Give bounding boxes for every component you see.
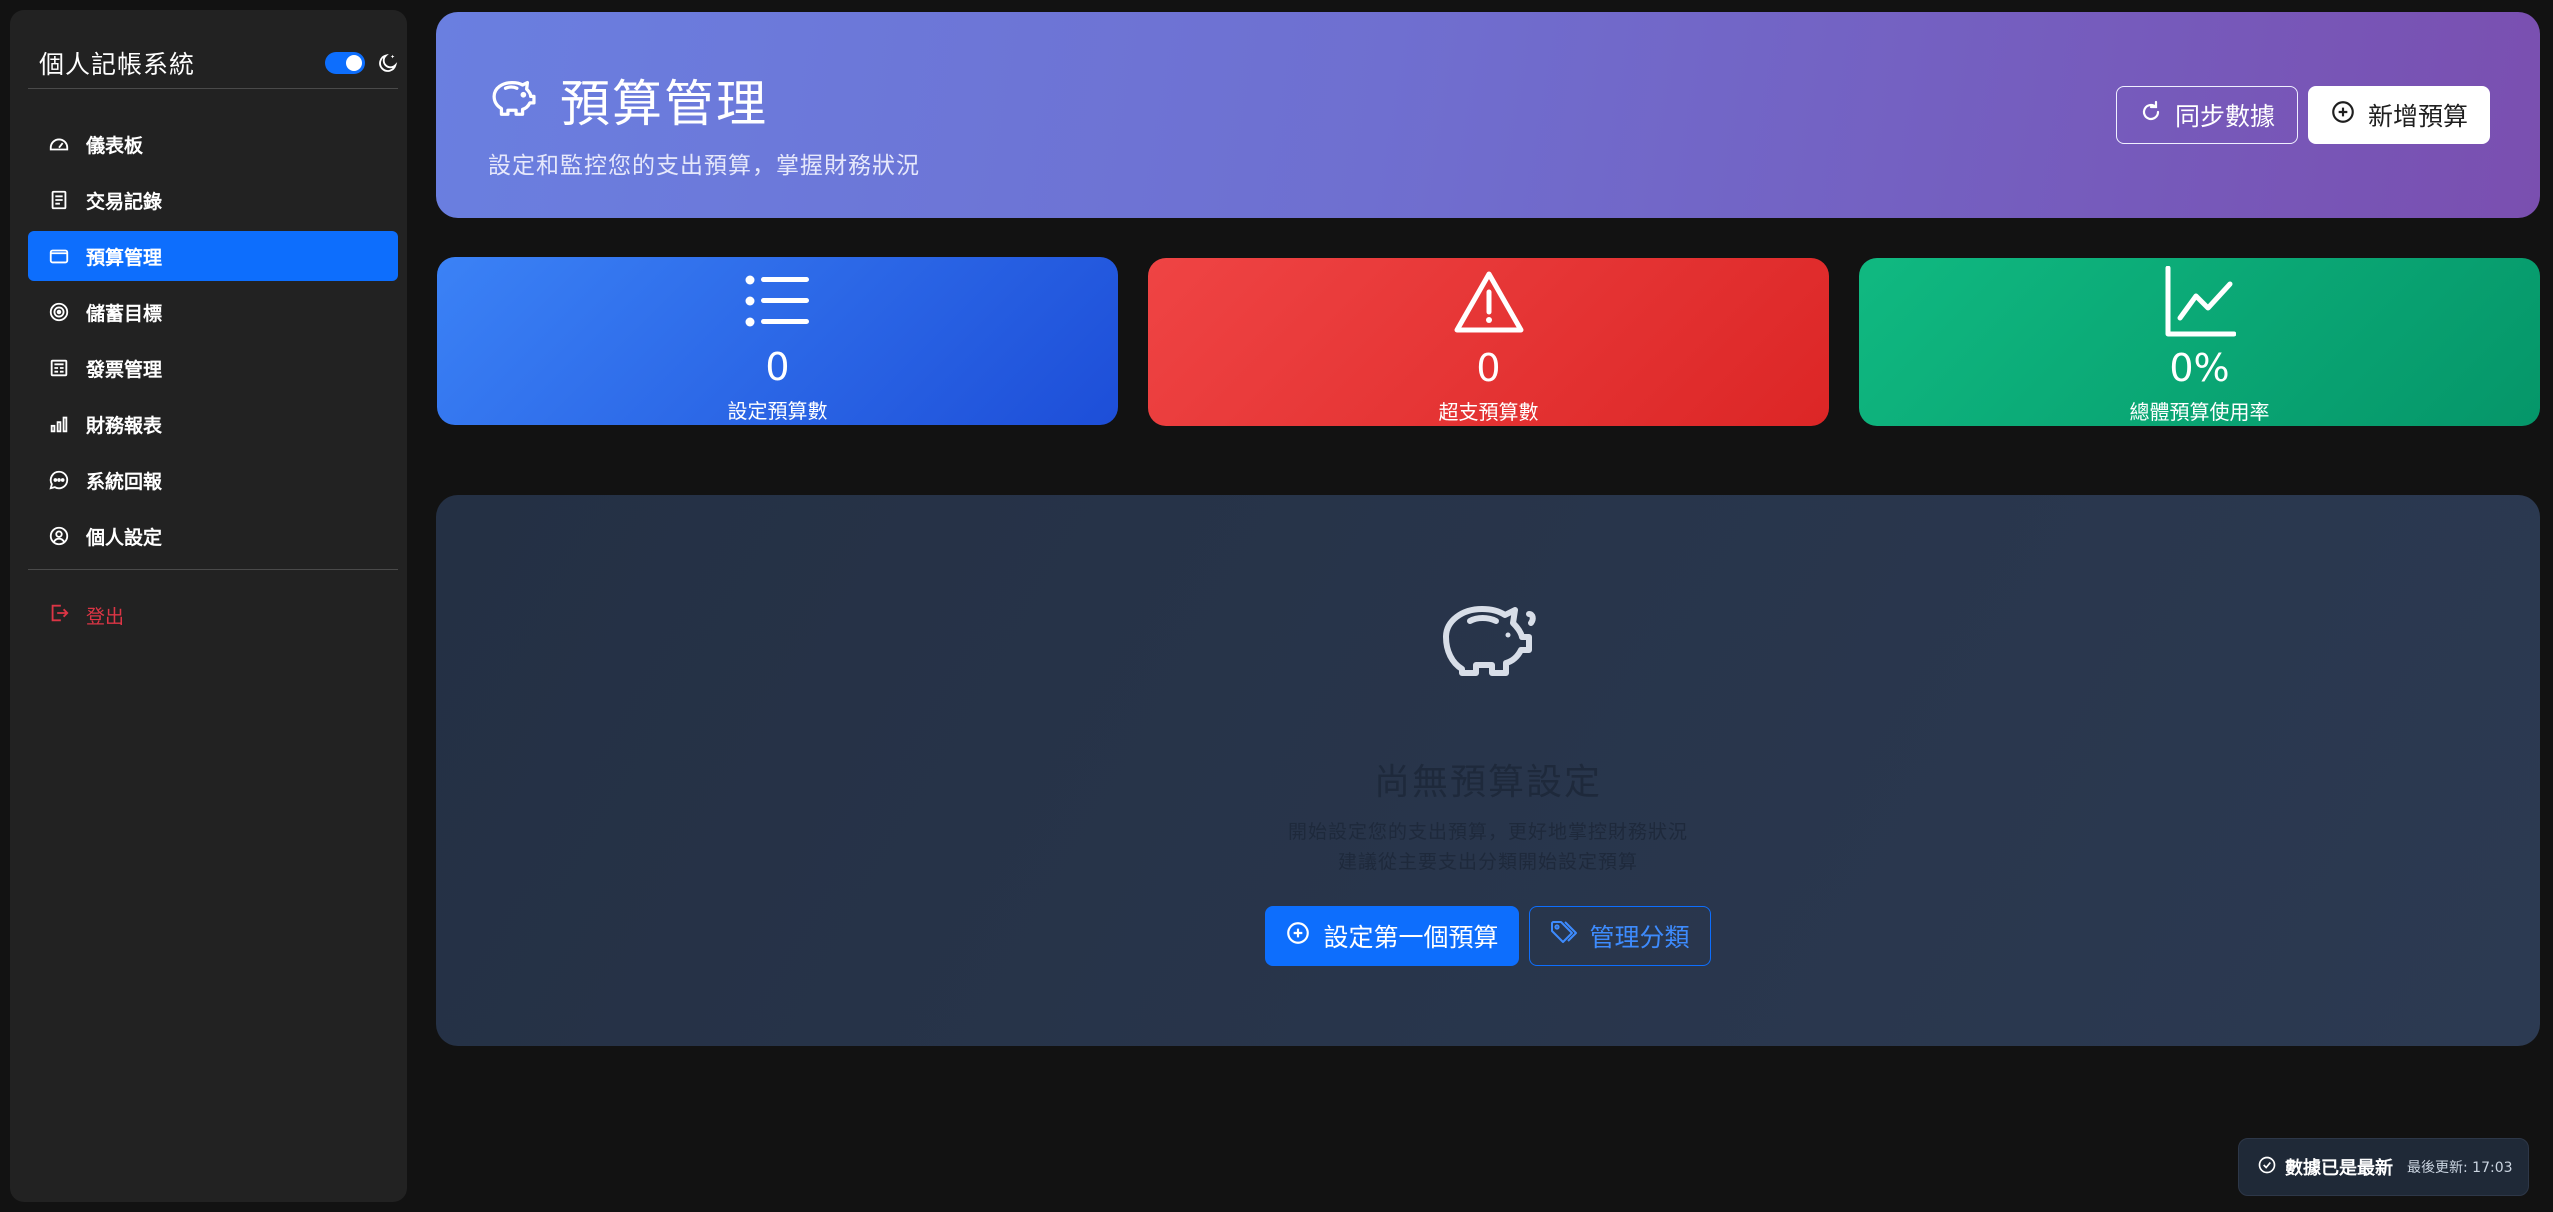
page-title-row: 預算管理 <box>486 64 768 136</box>
sync-status-toast: 數據已是最新 最後更新: 17:03 <box>2238 1138 2529 1196</box>
chat-dots-icon <box>48 469 70 491</box>
sidebar-item-dashboard[interactable]: 儀表板 <box>28 119 398 169</box>
sidebar: 個人記帳系統 儀表板 交易記錄 預算管理 儲蓄目標 發票管理 財務報表 系統回報… <box>10 10 407 1202</box>
wallet-icon <box>48 245 70 267</box>
add-budget-button[interactable]: 新增預算 <box>2307 86 2490 144</box>
sync-button-label: 同步數據 <box>2174 102 2275 131</box>
sidebar-header: 個人記帳系統 <box>39 40 399 86</box>
sidebar-item-reports[interactable]: 財務報表 <box>28 399 398 449</box>
plus-circle-icon <box>1285 920 1311 952</box>
sidebar-item-label: 個人設定 <box>86 526 163 549</box>
list-icon <box>745 269 811 333</box>
tags-icon <box>1550 920 1578 952</box>
create-first-budget-label: 設定第一個預算 <box>1323 923 1499 952</box>
stat-label: 設定預算數 <box>727 399 828 423</box>
invoice-icon <box>48 357 70 379</box>
sidebar-nav: 儀表板 交易記錄 預算管理 儲蓄目標 發票管理 財務報表 系統回報 個人設定 <box>28 119 398 567</box>
stat-value: 0 <box>765 345 790 389</box>
sidebar-item-label: 系統回報 <box>86 470 163 493</box>
target-icon <box>48 301 70 323</box>
empty-state-title: 尚無預算設定 <box>1373 762 1602 803</box>
sidebar-divider <box>28 569 398 570</box>
logout-button[interactable]: 登出 <box>28 590 398 640</box>
plus-circle-icon <box>2330 99 2356 131</box>
logout-icon <box>48 602 70 629</box>
empty-state-hint: 建議從主要支出分類開始設定預算 <box>1337 851 1638 873</box>
sidebar-item-label: 發票管理 <box>86 358 163 381</box>
empty-state-actions: 設定第一個預算 管理分類 <box>436 906 2540 966</box>
add-budget-button-label: 新增預算 <box>2367 102 2468 131</box>
person-circle-icon <box>48 525 70 547</box>
stat-label: 超支預算數 <box>1438 400 1539 424</box>
sidebar-divider <box>28 88 398 89</box>
stat-value: 0 <box>1476 346 1501 390</box>
piggy-bank-icon <box>1436 599 1540 687</box>
empty-state-panel: 尚無預算設定 開始設定您的支出預算，更好地掌控財務狀況 建議從主要支出分類開始設… <box>436 495 2540 1046</box>
sidebar-item-transactions[interactable]: 交易記錄 <box>28 175 398 225</box>
sidebar-item-label: 儲蓄目標 <box>86 302 163 325</box>
sync-button[interactable]: 同步數據 <box>2115 86 2298 144</box>
line-graph-icon <box>2164 266 2236 337</box>
receipt-icon <box>48 189 70 211</box>
sidebar-item-savings[interactable]: 儲蓄目標 <box>28 287 398 337</box>
piggy-bank-icon <box>486 72 538 128</box>
sidebar-item-label: 儀表板 <box>86 134 144 157</box>
page-title: 預算管理 <box>560 75 768 133</box>
stat-card-overspent-count: 0 超支預算數 <box>1148 258 1829 426</box>
sidebar-item-invoices[interactable]: 發票管理 <box>28 343 398 393</box>
stat-label: 總體預算使用率 <box>2129 400 2270 424</box>
moon-icon <box>377 52 399 74</box>
check-circle-icon <box>2257 1155 2277 1179</box>
logout-label: 登出 <box>86 605 125 628</box>
manage-categories-label: 管理分類 <box>1589 923 1690 952</box>
page-header: 預算管理 設定和監控您的支出預算，掌握財務狀況 同步數據 新增預算 <box>436 12 2540 218</box>
create-first-budget-button[interactable]: 設定第一個預算 <box>1265 906 1519 966</box>
sidebar-item-budget[interactable]: 預算管理 <box>28 231 398 281</box>
dark-mode-toggle[interactable] <box>325 52 365 74</box>
sidebar-item-label: 交易記錄 <box>86 190 163 213</box>
sidebar-item-feedback[interactable]: 系統回報 <box>28 455 398 505</box>
speedometer-icon <box>48 133 70 155</box>
warning-triangle-icon <box>1453 270 1525 334</box>
stat-value: 0% <box>2169 346 2230 390</box>
refresh-icon <box>2139 100 2163 130</box>
sidebar-item-label: 預算管理 <box>86 246 163 269</box>
toast-timestamp: 最後更新: 17:03 <box>2407 1160 2513 1176</box>
page-subtitle: 設定和監控您的支出預算，掌握財務狀況 <box>488 153 920 179</box>
app-title: 個人記帳系統 <box>39 50 196 79</box>
empty-state-description: 開始設定您的支出預算，更好地掌控財務狀況 <box>1287 821 1688 843</box>
sidebar-item-profile[interactable]: 個人設定 <box>28 511 398 561</box>
stat-card-usage-rate: 0% 總體預算使用率 <box>1859 258 2540 426</box>
sidebar-item-label: 財務報表 <box>86 414 163 437</box>
header-actions: 同步數據 新增預算 <box>2115 86 2490 144</box>
toast-message: 數據已是最新 <box>2285 1158 2393 1179</box>
bar-chart-icon <box>48 413 70 435</box>
manage-categories-button[interactable]: 管理分類 <box>1528 906 1711 966</box>
toggle-knob <box>346 55 362 71</box>
stat-card-budget-count: 0 設定預算數 <box>437 257 1118 425</box>
theme-controls <box>325 52 399 74</box>
